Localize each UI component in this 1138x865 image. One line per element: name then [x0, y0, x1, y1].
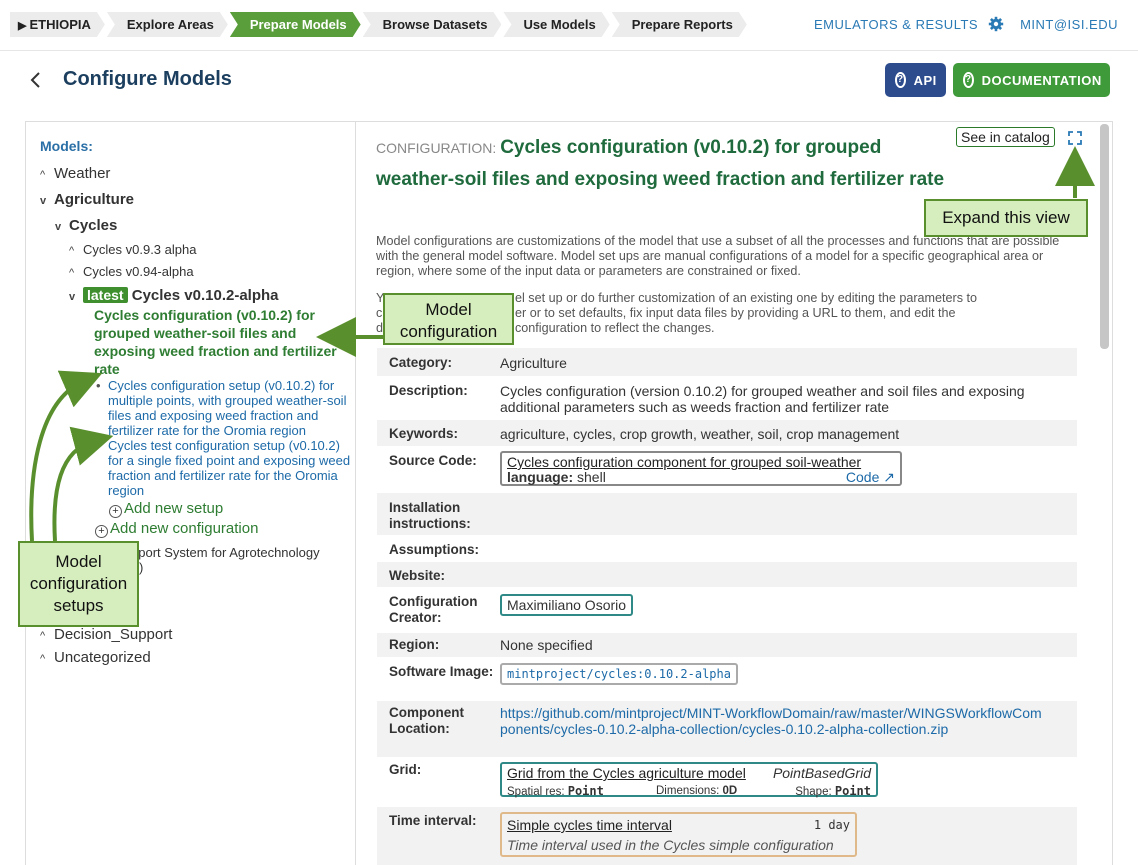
crumb-ethiopia[interactable]: ▶ ETHIOPIA — [10, 12, 105, 37]
table-row: Website: — [377, 562, 1077, 587]
table-row: Region: None specified — [377, 633, 1077, 657]
top-right-links: EMULATORS & RESULTS MINT@ISI.EDU — [814, 16, 1118, 32]
table-row: Software Image: mintproject/cycles:0.10.… — [377, 658, 1077, 700]
scrollbar[interactable] — [1100, 124, 1109, 349]
crumb-explore-areas[interactable]: Explore Areas — [107, 12, 228, 37]
help-icon: ? — [895, 72, 906, 88]
breadcrumb: ▶ ETHIOPIA Explore Areas Prepare Models B… — [10, 12, 749, 37]
tree-item-cycles[interactable]: v Cycles — [55, 217, 117, 234]
chevron-down-icon: v — [40, 195, 47, 207]
table-row: Keywords: agriculture, cycles, crop grow… — [377, 420, 1077, 446]
expand-icon[interactable] — [1068, 131, 1082, 145]
table-row: Source Code: Cycles configuration compon… — [377, 447, 1077, 492]
chevron-down-icon: v — [55, 221, 62, 233]
tree-item-decision-support[interactable]: ^ Decision_Support — [40, 626, 172, 643]
chevron-up-icon: ^ — [40, 630, 46, 642]
crumb-use-models[interactable]: Use Models — [503, 12, 609, 37]
selected-configuration[interactable]: Cycles configuration (v0.10.2) for group… — [94, 306, 344, 378]
time-interval-card[interactable]: Simple cycles time interval 1 day Time i… — [500, 812, 857, 857]
back-arrow-icon[interactable] — [26, 68, 46, 92]
crumb-prepare-models[interactable]: Prepare Models — [230, 12, 361, 37]
table-row: Grid: Grid from the Cycles agriculture m… — [377, 758, 1077, 806]
configuration-label: CONFIGURATION: — [376, 140, 497, 156]
chevron-down-icon: v — [69, 291, 76, 303]
source-code-name[interactable]: Cycles configuration component for group… — [507, 454, 861, 470]
add-new-setup-button[interactable]: + Add new setup — [109, 500, 223, 518]
emulators-results-link[interactable]: EMULATORS & RESULTS — [814, 17, 978, 32]
api-button[interactable]: ? API — [885, 63, 946, 97]
table-row: Category: Agriculture — [377, 348, 1077, 376]
crumb-prepare-reports[interactable]: Prepare Reports — [612, 12, 747, 37]
configuration-setup-1[interactable]: Cycles configuration setup (v0.10.2) for… — [96, 378, 351, 438]
tree-item-weather[interactable]: ^ Weather — [40, 165, 110, 182]
table-row: Configuration Creator: Maximiliano Osori… — [377, 588, 1077, 632]
divider — [0, 50, 1138, 51]
tree-item-dssat[interactable]: pport System for Agrotechnology — [131, 545, 320, 560]
code-link[interactable]: Code ↗ — [846, 469, 895, 485]
model-tree-panel: Models: ^ Weather v Agriculture v Cycles ^ C… — [25, 121, 356, 865]
gear-icon[interactable] — [988, 16, 1004, 32]
tree-item-cycles-v094[interactable]: ^ Cycles v0.94-alpha — [69, 264, 194, 279]
add-circle-icon: + — [95, 525, 108, 538]
table-row: Installation instructions: — [377, 493, 1077, 535]
page-title: Configure Models — [63, 68, 232, 90]
tree-item-uncategorized[interactable]: ^ Uncategorized — [40, 649, 151, 666]
callout-expand-view: Expand this view — [924, 199, 1088, 237]
time-interval-name[interactable]: Simple cycles time interval — [507, 817, 672, 833]
software-image-chip[interactable]: mintproject/cycles:0.10.2-alpha — [500, 663, 738, 685]
chevron-up-icon: ^ — [69, 245, 75, 257]
intro-paragraph: Model configurations are customizations … — [376, 234, 1060, 278]
documentation-button[interactable]: ? DOCUMENTATION — [953, 63, 1110, 97]
add-circle-icon: + — [109, 505, 122, 518]
user-email-link[interactable]: MINT@ISI.EDU — [1020, 17, 1118, 32]
chevron-up-icon: ^ — [40, 169, 46, 181]
help-icon: ? — [963, 72, 974, 88]
table-row: Component Location: https://github.com/m… — [377, 701, 1077, 757]
models-heading: Models: — [40, 138, 93, 154]
grid-card[interactable]: Grid from the Cycles agriculture model P… — [500, 762, 878, 798]
add-new-configuration-button[interactable]: + Add new configuration — [95, 520, 258, 538]
table-row: Assumptions: — [389, 542, 480, 557]
tree-item-cycles-v0102[interactable]: v latest Cycles v0.10.2-alpha — [69, 287, 279, 304]
table-row: Time interval: Simple cycles time interv… — [377, 807, 1077, 865]
configuration-setup-2[interactable]: Cycles test configuration setup (v0.10.2… — [96, 438, 351, 498]
crumb-browse-datasets[interactable]: Browse Datasets — [363, 12, 502, 37]
chevron-up-icon: ^ — [40, 653, 46, 665]
configuration-heading: CONFIGURATION: Cycles configuration (v0.… — [376, 132, 946, 196]
callout-configuration-setups: Model configuration setups — [18, 541, 139, 627]
tree-item-cycles-v093[interactable]: ^ Cycles v0.9.3 alpha — [69, 242, 196, 257]
chevron-up-icon: ^ — [69, 267, 75, 279]
table-row: Description: Cycles configuration (versi… — [389, 383, 1025, 415]
component-location-link[interactable]: https://github.com/mintproject/MINT-Work… — [500, 705, 1045, 737]
grid-name[interactable]: Grid from the Cycles agriculture model — [507, 765, 746, 781]
creator-chip[interactable]: Maximiliano Osorio — [500, 594, 634, 616]
see-in-catalog-button[interactable]: See in catalog — [956, 127, 1055, 147]
top-navigation: ▶ ETHIOPIA Explore Areas Prepare Models B… — [0, 0, 1138, 50]
tree-item-agriculture[interactable]: v Agriculture — [40, 191, 134, 208]
external-link-icon: ↗ — [883, 469, 895, 485]
callout-model-configuration: Model configuration — [383, 293, 514, 345]
play-icon: ▶ — [18, 20, 27, 32]
latest-badge: latest — [83, 287, 128, 303]
source-code-card[interactable]: Cycles configuration component for group… — [500, 451, 902, 486]
